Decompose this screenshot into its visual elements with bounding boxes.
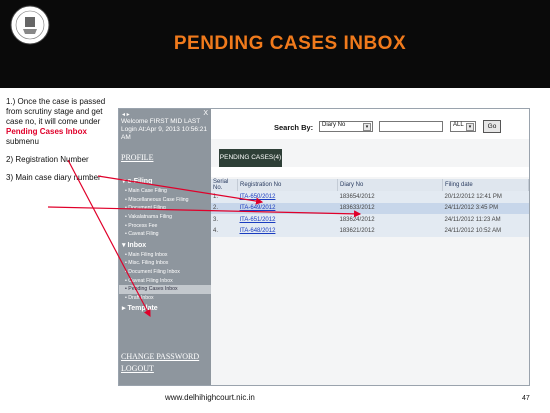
instruction-notes: 1.) Once the case is passed from scrutin… — [6, 97, 118, 191]
pending-cases-table: Serial No. Registration No Diary No Fili… — [211, 179, 529, 237]
column-header-filing-date[interactable]: Filing date — [442, 179, 529, 191]
tab-pending-cases[interactable]: PENDING CASES(4) — [219, 149, 282, 167]
menu-item-main-filing-inbox[interactable]: • Main Filing Inbox — [119, 251, 211, 260]
cell-serial: 4. — [211, 225, 238, 237]
note-diary-number: 3) Main case diary number — [6, 173, 101, 182]
cell-filing-date: 24/11/2012 3:45 PM — [442, 202, 529, 214]
note-text-suffix: submenu — [6, 137, 39, 146]
emblem-icon — [10, 5, 50, 45]
registration-link[interactable]: ITA-650/2012 — [240, 194, 276, 200]
logout-link[interactable]: LOGOUT — [121, 364, 199, 373]
note-registration-number: 2) Registration Number — [6, 155, 89, 164]
window-controls[interactable]: ◂ ▸ — [122, 111, 130, 118]
menu-heading-inbox[interactable]: ▾ Inbox — [119, 239, 211, 251]
menu-item-main-case-filing[interactable]: • Main Case Filing — [119, 187, 211, 196]
search-input[interactable] — [379, 121, 443, 132]
cell-diary: 183624/2012 — [337, 214, 443, 226]
chevron-down-icon: ▾ — [466, 123, 474, 131]
app-window: ◂ ▸ X Welcome FIRST MID LAST Login At:Ap… — [118, 108, 530, 386]
search-field-select[interactable]: Diary No ▾ — [319, 121, 373, 132]
column-header-serial[interactable]: Serial No. — [211, 179, 238, 191]
column-header-registration[interactable]: Registration No — [237, 179, 338, 191]
search-bar: Search By: Diary No ▾ ALL ▾ Go — [211, 109, 529, 139]
registration-link[interactable]: ITA-648/2012 — [240, 228, 276, 234]
table-row[interactable]: 4. ITA-648/2012 183621/2012 24/11/2012 1… — [211, 225, 529, 237]
cell-serial: 3. — [211, 214, 238, 226]
welcome-text: Welcome FIRST MID LAST Login At:Apr 9, 2… — [121, 118, 208, 141]
menu-item-document-filing[interactable]: • Document Filing — [119, 204, 211, 213]
note-pending-cases: 1.) Once the case is passed from scrutin… — [6, 97, 118, 147]
sidebar: ◂ ▸ X Welcome FIRST MID LAST Login At:Ap… — [119, 109, 211, 385]
menu-item-vakalatnama-filing[interactable]: • Vakalatnama Filing — [119, 213, 211, 222]
sidebar-menu: ▾ e-Filing • Main Case Filing • Miscella… — [119, 175, 211, 314]
close-icon[interactable]: X — [203, 110, 208, 117]
profile-link[interactable]: PROFILE — [121, 153, 153, 162]
page-number: 47 — [522, 395, 530, 402]
footer-url: www.delhihighcourt.nic.in — [165, 393, 255, 402]
menu-item-misc-case-filing[interactable]: • Miscellaneous Case Filing — [119, 196, 211, 205]
account-links: CHANGE PASSWORD LOGOUT — [121, 352, 199, 376]
search-label: Search By: — [274, 123, 314, 132]
cell-filing-date: 24/11/2012 11:23 AM — [442, 214, 529, 226]
table-row[interactable]: 1. ITA-650/2012 183654/2012 20/12/2012 1… — [211, 191, 529, 203]
cell-serial: 1. — [211, 191, 238, 203]
note-text: 1.) Once the case is passed from scrutin… — [6, 97, 106, 126]
menu-item-process-fee[interactable]: • Process Fee — [119, 221, 211, 230]
registration-link[interactable]: ITA-649/2012 — [240, 205, 276, 211]
note-highlight: Pending Cases Inbox — [6, 127, 87, 136]
main-panel: Search By: Diary No ▾ ALL ▾ Go PENDING C… — [211, 109, 529, 385]
tab-divider — [211, 167, 529, 177]
menu-item-pending-cases-inbox[interactable]: • Pending Cases Inbox — [119, 284, 211, 294]
menu-heading-template[interactable]: ▸ Template — [119, 302, 211, 314]
filter-select[interactable]: ALL ▾ — [450, 121, 476, 132]
column-header-diary[interactable]: Diary No — [337, 179, 443, 191]
go-button[interactable]: Go — [483, 120, 501, 133]
menu-item-caveat-filing-inbox[interactable]: • Caveat Filing Inbox — [119, 276, 211, 285]
menu-item-draft-inbox[interactable]: • Draft Inbox — [119, 294, 211, 303]
table-header-row: Serial No. Registration No Diary No Fili… — [211, 179, 529, 191]
chevron-down-icon: ▾ — [363, 123, 371, 131]
cell-filing-date: 20/12/2012 12:41 PM — [442, 191, 529, 203]
cell-diary: 183621/2012 — [337, 225, 443, 237]
menu-item-caveat-filing[interactable]: • Caveat Filing — [119, 230, 211, 239]
change-password-link[interactable]: CHANGE PASSWORD — [121, 352, 199, 361]
slide-header: PENDING CASES INBOX — [0, 0, 550, 88]
table-row[interactable]: 2. ITA-649/2012 183633/2012 24/11/2012 3… — [211, 202, 529, 214]
registration-link[interactable]: ITA-651/2012 — [240, 217, 276, 223]
table-row[interactable]: 3. ITA-651/2012 183624/2012 24/11/2012 1… — [211, 214, 529, 226]
menu-item-misc-filing-inbox[interactable]: • Misc. Filing Inbox — [119, 259, 211, 268]
cell-filing-date: 24/11/2012 10:52 AM — [442, 225, 529, 237]
cell-diary: 183633/2012 — [337, 202, 443, 214]
cell-diary: 183654/2012 — [337, 191, 443, 203]
menu-heading-efiling[interactable]: ▾ e-Filing — [119, 175, 211, 187]
slide-title: PENDING CASES INBOX — [173, 33, 407, 54]
menu-item-document-filing-inbox[interactable]: • Document Filing Inbox — [119, 268, 211, 277]
cell-serial: 2. — [211, 202, 238, 214]
